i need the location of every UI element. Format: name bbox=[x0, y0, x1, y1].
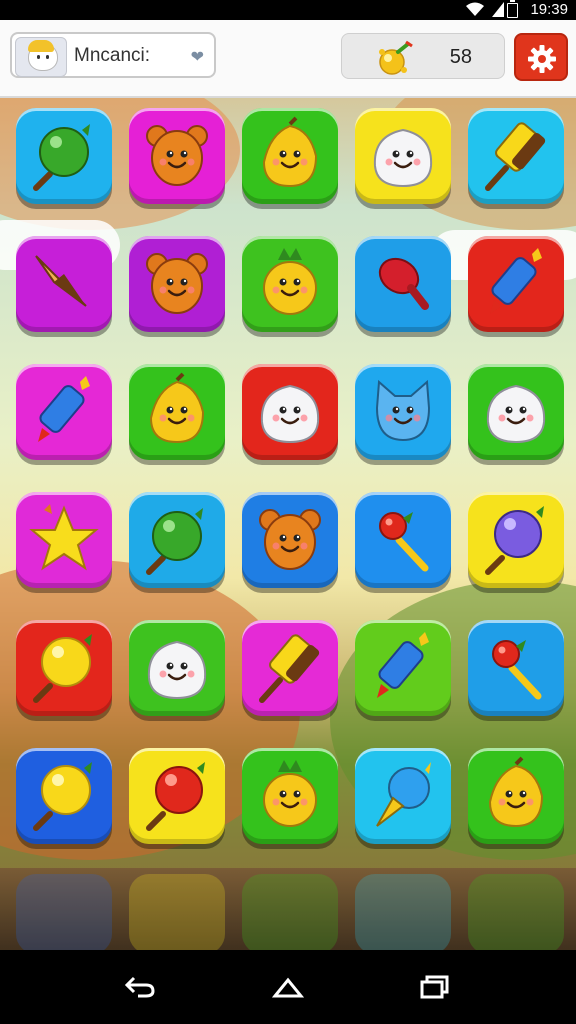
tile-r2-c4[interactable] bbox=[355, 236, 451, 332]
tile-r4-c5[interactable] bbox=[468, 492, 564, 588]
crayon-icon bbox=[38, 376, 90, 442]
green-lollipop-icon bbox=[146, 508, 203, 575]
meat-drumstick-icon bbox=[378, 257, 429, 310]
signal-icon bbox=[492, 2, 504, 17]
ice-pop-icon bbox=[485, 122, 546, 191]
tile-r2-c2[interactable] bbox=[129, 236, 225, 332]
purple-lollipop-icon bbox=[485, 506, 544, 575]
tile-r3-c3[interactable] bbox=[242, 364, 338, 460]
back-icon[interactable] bbox=[124, 974, 156, 1000]
reflection-tile bbox=[468, 874, 564, 950]
bear-face-icon bbox=[146, 125, 208, 186]
pineapple-face-icon bbox=[263, 760, 317, 827]
cherry-rattle-icon bbox=[379, 512, 429, 572]
game-board bbox=[0, 108, 576, 868]
tile-r1-c5[interactable] bbox=[468, 108, 564, 204]
tile-r2-c1[interactable] bbox=[16, 236, 112, 332]
cherry-rattle-icon bbox=[492, 640, 542, 700]
crayon-icon bbox=[490, 248, 542, 314]
system-nav-bar bbox=[0, 950, 576, 1024]
reflection-tile bbox=[355, 874, 451, 950]
blue-cone-icon bbox=[376, 762, 431, 827]
home-icon[interactable] bbox=[272, 974, 304, 1000]
tile-r1-c1[interactable] bbox=[16, 108, 112, 204]
avatar-eye bbox=[37, 55, 40, 59]
bear-face-icon bbox=[146, 253, 208, 314]
tile-r5-c1[interactable] bbox=[16, 620, 112, 716]
tile-r6-c4[interactable] bbox=[355, 748, 451, 844]
tile-r4-c4[interactable] bbox=[355, 492, 451, 588]
ice-pop-icon bbox=[259, 634, 320, 703]
avatar-hair bbox=[28, 40, 54, 52]
tile-r3-c1[interactable] bbox=[16, 364, 112, 460]
player-profile[interactable]: Mncanci: ❤ bbox=[10, 32, 216, 78]
tile-r5-c3[interactable] bbox=[242, 620, 338, 716]
pineapple-face-icon bbox=[263, 248, 317, 315]
red-lollipop-icon bbox=[146, 762, 205, 831]
tile-r4-c2[interactable] bbox=[129, 492, 225, 588]
ice-cream-cone-icon bbox=[35, 255, 87, 307]
clock: 19:39 bbox=[530, 1, 568, 18]
tile-r5-c2[interactable] bbox=[129, 620, 225, 716]
settings-button[interactable] bbox=[514, 33, 568, 81]
status-bar: 19:39 bbox=[0, 0, 576, 20]
white-blob-face-icon bbox=[147, 640, 207, 700]
tile-r1-c3[interactable] bbox=[242, 108, 338, 204]
board-reflection bbox=[0, 868, 576, 950]
tile-r4-c1[interactable] bbox=[16, 492, 112, 588]
yellow-lollipop-icon bbox=[33, 634, 92, 703]
tile-r4-c3[interactable] bbox=[242, 492, 338, 588]
tile-r6-c1[interactable] bbox=[16, 748, 112, 844]
score-value: 58 bbox=[449, 46, 472, 68]
bear-face-icon bbox=[259, 509, 321, 570]
crayon-icon bbox=[377, 632, 429, 698]
recents-icon[interactable] bbox=[418, 974, 450, 1000]
tile-r3-c2[interactable] bbox=[129, 364, 225, 460]
battery-icon bbox=[507, 0, 518, 18]
tile-r6-c2[interactable] bbox=[129, 748, 225, 844]
pear-face-icon bbox=[488, 756, 544, 828]
score-display: 58 bbox=[341, 33, 505, 79]
cat-face-icon bbox=[375, 379, 431, 442]
reflection-tile bbox=[16, 874, 112, 950]
tile-r2-c3[interactable] bbox=[242, 236, 338, 332]
pear-face-icon bbox=[262, 116, 318, 188]
top-bar: Mncanci: ❤ 58 bbox=[0, 20, 576, 98]
star-icon bbox=[29, 504, 99, 571]
heart-icon[interactable]: ❤ bbox=[191, 47, 204, 67]
tile-r5-c5[interactable] bbox=[468, 620, 564, 716]
white-blob-face-icon bbox=[260, 384, 320, 444]
reflection-tile bbox=[242, 874, 338, 950]
white-blob-face-icon bbox=[373, 128, 433, 188]
pear-face-icon bbox=[149, 372, 205, 444]
gear-icon bbox=[528, 45, 556, 73]
wifi-icon bbox=[466, 2, 484, 16]
player-name: Mncanci: bbox=[74, 45, 151, 66]
tile-r3-c4[interactable] bbox=[355, 364, 451, 460]
tile-r3-c5[interactable] bbox=[468, 364, 564, 460]
reflection-tile bbox=[129, 874, 225, 950]
avatar-eye bbox=[46, 55, 49, 59]
white-blob-face-icon bbox=[486, 384, 546, 444]
yellow-lollipop-icon bbox=[33, 762, 92, 831]
tile-r6-c3[interactable] bbox=[242, 748, 338, 844]
fruit-score-icon bbox=[379, 40, 413, 75]
tile-r6-c5[interactable] bbox=[468, 748, 564, 844]
tile-r1-c4[interactable] bbox=[355, 108, 451, 204]
avatar bbox=[15, 37, 67, 77]
tile-r1-c2[interactable] bbox=[129, 108, 225, 204]
tile-r2-c5[interactable] bbox=[468, 236, 564, 332]
game-area: Mncanci: ❤ 58 bbox=[0, 20, 576, 950]
tile-r5-c4[interactable] bbox=[355, 620, 451, 716]
green-lollipop-icon bbox=[33, 124, 90, 191]
